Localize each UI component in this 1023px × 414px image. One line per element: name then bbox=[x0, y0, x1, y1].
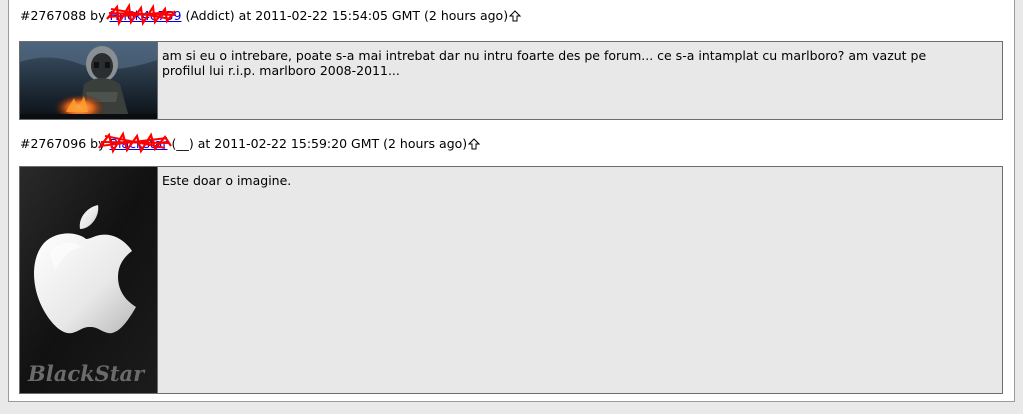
forum-thread-panel: #2767088 by Hn6k4e759 (Addict) at 2011-0… bbox=[8, 0, 1015, 402]
apple-logo-avatar-image: BlackStar bbox=[20, 167, 157, 393]
post-message: Este doar o imagine. bbox=[162, 173, 292, 188]
user-rank: (Addict) bbox=[185, 8, 235, 23]
post-id[interactable]: #2767096 bbox=[20, 136, 86, 151]
by-label: by bbox=[90, 136, 106, 151]
post-body: am si eu o intrebare, poate s-a mai intr… bbox=[19, 41, 1003, 120]
avatar-caption: BlackStar bbox=[27, 361, 146, 386]
user-rank: (__) bbox=[171, 136, 194, 151]
soldier-avatar-image bbox=[20, 42, 157, 119]
up-arrow-icon[interactable] bbox=[509, 10, 522, 22]
post-header: #2767088 by Hn6k4e759 (Addict) at 2011-0… bbox=[20, 3, 522, 27]
post-message: am si eu o intrebare, poate s-a mai intr… bbox=[162, 48, 927, 78]
post-relative-time: (2 hours ago) bbox=[424, 8, 509, 23]
username-link[interactable]: Blackstar bbox=[98, 131, 173, 154]
at-label: at bbox=[238, 8, 252, 23]
username-link[interactable]: Hn6k4e759 bbox=[106, 3, 182, 27]
up-arrow-icon[interactable] bbox=[468, 138, 481, 150]
post-timestamp: 2011-02-22 15:59:20 GMT bbox=[214, 136, 380, 151]
post-header: #2767096 by Blackstar (__) at 2011-02-22… bbox=[20, 131, 481, 154]
username-text: Blackstar bbox=[109, 136, 168, 151]
user-avatar[interactable] bbox=[20, 42, 158, 119]
username-text: Hn6k4e759 bbox=[109, 8, 182, 23]
post-body: BlackStar Este doar o imagine. bbox=[19, 166, 1003, 394]
user-avatar[interactable]: BlackStar bbox=[20, 167, 158, 393]
post-id[interactable]: #2767088 bbox=[20, 8, 86, 23]
by-label: by bbox=[90, 8, 106, 23]
post-relative-time: (2 hours ago) bbox=[383, 136, 468, 151]
at-label: at bbox=[197, 136, 211, 151]
post-timestamp: 2011-02-22 15:54:05 GMT bbox=[255, 8, 421, 23]
